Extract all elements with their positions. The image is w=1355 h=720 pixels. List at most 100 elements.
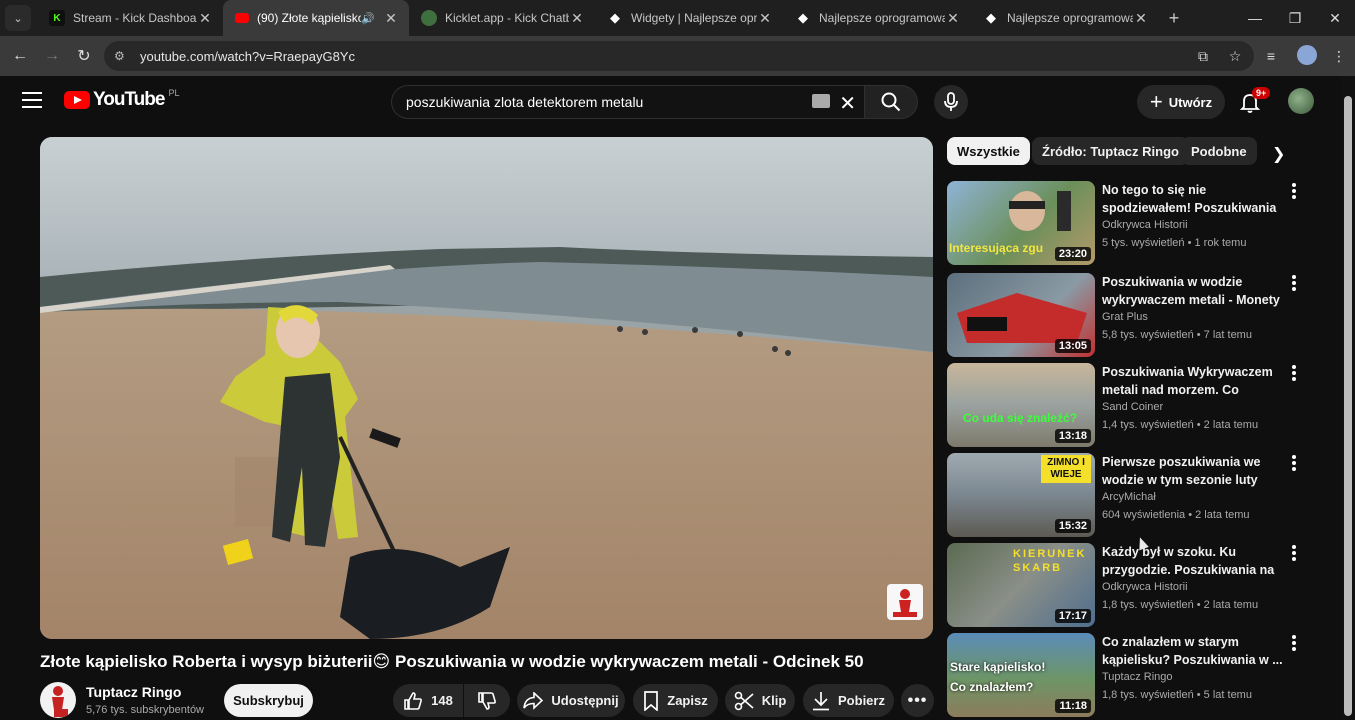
recommendation-item[interactable]: Interesująca zgu 23:20 No tego to się ni… xyxy=(947,181,1307,265)
recommendation-title[interactable]: Poszukiwania w wodzie wykrywaczem metali… xyxy=(1102,273,1284,309)
close-tab-icon[interactable]: ✕ xyxy=(757,10,773,27)
clear-search-icon[interactable]: ✕ xyxy=(839,91,856,116)
more-vertical-icon[interactable] xyxy=(1292,455,1298,473)
recommendation-meta: 5,8 tys. wyświetleń • 7 lat temu xyxy=(1102,329,1252,341)
new-tab-icon[interactable]: + xyxy=(1159,8,1189,29)
menu-icon[interactable] xyxy=(22,92,42,108)
thumbnail-caption: Stare kąpielisko! Co znalazłem? xyxy=(950,660,1046,694)
streamelements-icon: ◆ xyxy=(610,10,620,25)
tab-title: Najlepsze oprogramowanie xyxy=(1007,11,1133,25)
more-vertical-icon[interactable] xyxy=(1292,635,1298,653)
clip-button[interactable]: Klip xyxy=(725,684,795,717)
chip-all[interactable]: Wszystkie xyxy=(947,137,1030,165)
dislike-button[interactable] xyxy=(464,684,510,717)
create-button[interactable]: + Utwórz xyxy=(1137,85,1225,119)
restore-icon[interactable]: ❐ xyxy=(1275,0,1315,36)
profile-icon[interactable] xyxy=(1291,44,1323,68)
save-button[interactable]: Zapisz xyxy=(633,684,718,717)
search-input[interactable]: poszukiwania zlota detektorem metalu ✕ xyxy=(391,85,864,119)
download-button[interactable]: Pobierz xyxy=(803,684,894,717)
close-tab-icon[interactable]: ✕ xyxy=(1133,10,1149,27)
browser-tab-strip: ⌄ K Stream - Kick Dashboard ✕ (90) Złote… xyxy=(0,0,1355,36)
recommendation-channel[interactable]: Grat Plus xyxy=(1102,311,1148,323)
recommendation-item[interactable]: Co uda się znaleźć? 13:18 Poszukiwania W… xyxy=(947,363,1307,447)
channel-avatar-logo xyxy=(52,686,68,717)
chevron-right-icon[interactable]: ❯ xyxy=(1272,144,1285,164)
video-player[interactable] xyxy=(40,137,933,639)
browser-tab-najlepsze-2[interactable]: ◆ Najlepsze oprogramowanie ✕ xyxy=(971,0,1159,36)
voice-search-button[interactable] xyxy=(934,85,968,119)
recommendation-item[interactable]: ZIMNO I WIEJE 15:32 Pierwsze poszukiwani… xyxy=(947,453,1307,537)
bookmark-star-icon[interactable]: ☆ xyxy=(1219,48,1251,65)
speaker-icon[interactable]: 🔊 xyxy=(361,12,375,25)
video-duration: 13:18 xyxy=(1054,429,1091,443)
forward-icon[interactable]: → xyxy=(36,47,68,65)
search-icon xyxy=(881,92,901,112)
account-avatar[interactable] xyxy=(1288,88,1314,114)
video-thumbnail[interactable]: 13:05 xyxy=(947,273,1095,357)
video-duration: 17:17 xyxy=(1054,609,1091,623)
back-icon[interactable]: ← xyxy=(4,47,36,65)
keyboard-icon[interactable] xyxy=(812,94,830,108)
channel-name[interactable]: Tuptacz Ringo xyxy=(86,684,181,700)
video-thumbnail[interactable]: ZIMNO I WIEJE 15:32 xyxy=(947,453,1095,537)
recommendation-title[interactable]: No tego to się nie spodziewałem! Poszuki… xyxy=(1102,181,1284,217)
scrollbar-thumb[interactable] xyxy=(1344,96,1352,716)
recommendation-channel[interactable]: ArcyMichał xyxy=(1102,491,1156,503)
page-scrollbar[interactable] xyxy=(1341,76,1355,720)
more-actions-button[interactable]: ••• xyxy=(901,684,934,717)
address-bar[interactable]: ⚙ youtube.com/watch?v=RraepayG8Yc xyxy=(104,41,1254,71)
browser-tab-kicklet[interactable]: Kicklet.app - Kick Chatbot ✕ xyxy=(409,0,595,36)
close-tab-icon[interactable]: ✕ xyxy=(945,10,961,27)
browser-tab-najlepsze-1[interactable]: ◆ Najlepsze oprogramowanie ✕ xyxy=(783,0,971,36)
media-controls-icon[interactable]: ≡ xyxy=(1251,48,1291,64)
chip-related[interactable]: Podobne xyxy=(1181,137,1257,165)
recommendation-item[interactable]: Stare kąpielisko! Co znalazłem? 11:18 Co… xyxy=(947,633,1307,717)
recommendation-title[interactable]: Co znalazłem w starym kąpielisku? Poszuk… xyxy=(1102,633,1284,669)
share-button[interactable]: Udostępnij xyxy=(517,684,625,717)
recommendation-channel[interactable]: Sand Coiner xyxy=(1102,401,1163,413)
tab-search-icon[interactable]: ⌄ xyxy=(5,5,31,31)
reload-icon[interactable]: ↻ xyxy=(68,46,100,66)
recommendation-channel[interactable]: Odkrywca Historii xyxy=(1102,581,1188,593)
recommendation-title[interactable]: Każdy był w szoku. Ku przygodzie. Poszuk… xyxy=(1102,543,1284,579)
recommendation-item[interactable]: 13:05 Poszukiwania w wodzie wykrywaczem … xyxy=(947,273,1307,357)
channel-watermark[interactable] xyxy=(887,584,923,620)
close-tab-icon[interactable]: ✕ xyxy=(197,10,213,27)
more-vertical-icon[interactable] xyxy=(1292,275,1298,293)
like-button[interactable]: 148 xyxy=(393,684,463,717)
recommendation-item[interactable]: KIERUNEK SKARB 17:17 Każdy był w szoku. … xyxy=(947,543,1307,627)
close-tab-icon[interactable]: ✕ xyxy=(569,10,585,27)
tab-title: Stream - Kick Dashboard xyxy=(73,11,197,25)
search-button[interactable] xyxy=(864,85,918,119)
chip-from-channel[interactable]: Źródło: Tuptacz Ringo xyxy=(1032,137,1189,165)
more-vertical-icon[interactable] xyxy=(1292,545,1298,563)
youtube-logo[interactable]: YouTube PL xyxy=(64,88,179,111)
browser-tab-youtube[interactable]: (90) Złote kąpielisko Ro 🔊 ✕ xyxy=(223,0,409,36)
recommendation-title[interactable]: Poszukiwania Wykrywaczem metali nad morz… xyxy=(1102,363,1284,399)
video-thumbnail[interactable]: Interesująca zgu 23:20 xyxy=(947,181,1095,265)
video-thumbnail[interactable]: Co uda się znaleźć? 13:18 xyxy=(947,363,1095,447)
recommendation-channel[interactable]: Odkrywca Historii xyxy=(1102,219,1188,231)
video-duration: 13:05 xyxy=(1054,339,1091,353)
browser-tab-kick-dashboard[interactable]: K Stream - Kick Dashboard ✕ xyxy=(37,0,223,36)
close-tab-icon[interactable]: ✕ xyxy=(383,10,399,27)
site-info-icon[interactable]: ⚙ xyxy=(114,49,134,63)
browser-tab-widgety[interactable]: ◆ Widgety | Najlepsze oprog ✕ xyxy=(595,0,783,36)
more-vertical-icon[interactable] xyxy=(1292,183,1298,201)
more-vertical-icon[interactable] xyxy=(1292,365,1298,383)
tab-title: Najlepsze oprogramowanie xyxy=(819,11,945,25)
video-thumbnail[interactable]: KIERUNEK SKARB 17:17 xyxy=(947,543,1095,627)
minimize-icon[interactable]: — xyxy=(1235,0,1275,36)
subscribe-button[interactable]: Subskrybuj xyxy=(224,684,313,717)
recommendation-title[interactable]: Pierwsze poszukiwania we wodzie w tym se… xyxy=(1102,453,1284,489)
browser-menu-icon[interactable]: ⋮ xyxy=(1323,48,1355,65)
close-window-icon[interactable]: ✕ xyxy=(1315,0,1355,36)
recommendation-meta: 1,8 tys. wyświetleń • 5 lat temu xyxy=(1102,689,1252,701)
video-thumbnail[interactable]: Stare kąpielisko! Co znalazłem? 11:18 xyxy=(947,633,1095,717)
tab-title: (90) Złote kąpielisko Ro xyxy=(257,11,362,25)
install-app-icon[interactable]: ⧉ xyxy=(1187,48,1219,65)
channel-avatar[interactable] xyxy=(40,682,76,718)
recommendation-channel[interactable]: Tuptacz Ringo xyxy=(1102,671,1173,683)
save-label: Zapisz xyxy=(667,693,708,708)
